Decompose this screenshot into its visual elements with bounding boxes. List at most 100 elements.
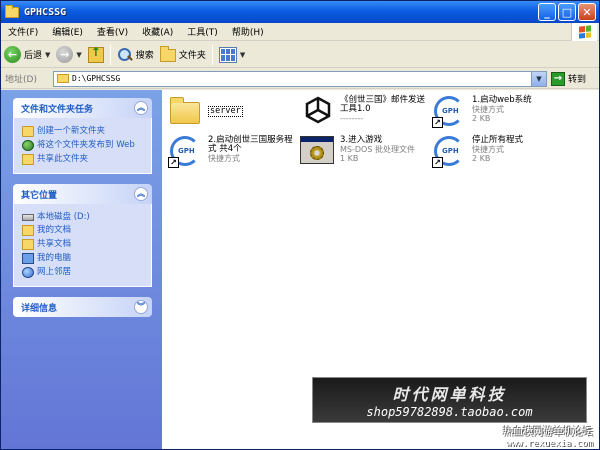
file-item[interactable]: server	[168, 96, 288, 130]
file-item[interactable]: 《创世三国》邮件发送工具1.0 --------	[300, 94, 430, 128]
task-share-folder[interactable]: 共享此文件夹	[22, 154, 147, 165]
publish-web-icon	[22, 140, 34, 151]
file-type: 快捷方式	[472, 105, 504, 114]
menu-view[interactable]: 查看(V)	[90, 25, 135, 38]
task-label: 共享此文件夹	[37, 154, 89, 164]
task-pane: 文件和文件夹任务 ︽ 创建一个新文件夹 将这个文件夹发布到 Web 共享此文件夹	[1, 90, 162, 449]
place-label: 我的文档	[37, 225, 72, 235]
watermark-forum: 热血模网游单机论坛	[503, 427, 593, 438]
file-item[interactable]: GPH ↗ 1.启动web系统 快捷方式 2 KB	[432, 94, 562, 128]
menu-bar: 文件(F) 编辑(E) 查看(V) 收藏(A) 工具(T) 帮助(H)	[1, 23, 599, 41]
details-title: 详细信息	[21, 303, 58, 314]
menu-edit[interactable]: 编辑(E)	[45, 25, 90, 38]
gph-shortcut-icon: GPH ↗	[432, 134, 468, 168]
my-computer-icon	[22, 253, 34, 264]
place-label: 本地磁盘 (D:)	[37, 212, 90, 222]
drive-icon	[22, 214, 34, 221]
maximize-button[interactable]: □	[558, 3, 576, 21]
place-local-disk[interactable]: 本地磁盘 (D:)	[22, 212, 147, 222]
task-new-folder[interactable]: 创建一个新文件夹	[22, 126, 147, 137]
go-button[interactable]: → 转到	[551, 71, 586, 86]
search-icon	[117, 47, 133, 63]
task-publish-web[interactable]: 将这个文件夹发布到 Web	[22, 140, 147, 151]
collapse-chevron-icon[interactable]: ︽	[134, 187, 148, 201]
watermark-title: 时代网单科技	[392, 385, 507, 404]
file-tasks-panel: 文件和文件夹任务 ︽ 创建一个新文件夹 将这个文件夹发布到 Web 共享此文件夹	[13, 98, 152, 174]
address-bar: 地址(D) D:\GPHCSSG ▼ → 转到	[1, 69, 599, 89]
collapse-chevron-icon[interactable]: ︽	[134, 101, 148, 115]
up-button[interactable]	[85, 44, 107, 66]
watermark-url: shop59782898.taobao.com	[366, 405, 533, 419]
folder-icon	[57, 74, 69, 83]
views-dropdown-icon[interactable]: ▼	[240, 51, 245, 59]
views-icon	[218, 46, 237, 63]
task-label: 创建一个新文件夹	[37, 126, 106, 136]
address-input[interactable]: D:\GPHCSSG ▼	[53, 70, 547, 87]
batch-file-icon	[300, 134, 336, 168]
my-documents-icon	[22, 225, 34, 236]
place-my-computer[interactable]: 我的电脑	[22, 253, 147, 264]
forward-button[interactable]: → ▼	[53, 44, 84, 66]
place-shared-documents[interactable]: 共享文档	[22, 239, 147, 250]
new-folder-icon	[22, 126, 34, 137]
folder-icon	[159, 46, 176, 62]
other-places-body: 本地磁盘 (D:) 我的文档 共享文档 我的电脑 网上邻居	[13, 204, 152, 287]
file-tasks-header[interactable]: 文件和文件夹任务 ︽	[13, 98, 152, 118]
share-folder-icon	[22, 154, 34, 165]
details-header[interactable]: 详细信息 ︾	[13, 297, 152, 317]
file-size: 2 KB	[472, 114, 491, 123]
place-label: 网上邻居	[37, 267, 72, 277]
other-places-header[interactable]: 其它位置 ︽	[13, 184, 152, 204]
toolbar-separator	[211, 44, 213, 65]
menu-file[interactable]: 文件(F)	[1, 25, 45, 38]
unity-icon	[300, 94, 336, 128]
file-name: 3.进入游戏	[340, 135, 383, 145]
toolbar-separator	[109, 44, 111, 65]
back-arrow-icon: ←	[4, 46, 21, 63]
folder-up-icon	[87, 45, 104, 63]
forward-dropdown-icon[interactable]: ▼	[76, 51, 81, 59]
menu-tools[interactable]: 工具(T)	[180, 25, 225, 38]
place-label: 共享文档	[37, 239, 72, 249]
menu-favorites[interactable]: 收藏(A)	[135, 25, 180, 38]
network-icon	[22, 267, 34, 278]
toolbar: ← 后退 ▼ → ▼ 搜索 文件夹 ▼	[1, 42, 599, 68]
file-tasks-body: 创建一个新文件夹 将这个文件夹发布到 Web 共享此文件夹	[13, 118, 152, 174]
file-view: server 《创世三国》邮件发送工具1.0 -------- GPH ↗ 1.…	[162, 90, 599, 449]
file-size: 1 KB	[340, 154, 359, 163]
file-type: MS-DOS 批处理文件	[340, 145, 415, 154]
file-type: 快捷方式	[208, 154, 240, 163]
minimize-button[interactable]: _	[538, 3, 556, 21]
menu-help[interactable]: 帮助(H)	[225, 25, 271, 38]
file-name: 《创世三国》邮件发送工具1.0	[340, 95, 426, 114]
address-dropdown-icon[interactable]: ▼	[531, 71, 546, 86]
file-name: 停止所有程式	[472, 135, 524, 145]
views-button[interactable]: ▼	[216, 44, 248, 66]
expand-chevron-icon[interactable]: ︾	[134, 300, 148, 314]
back-dropdown-icon[interactable]: ▼	[45, 51, 50, 59]
file-item[interactable]: GPH ↗ 停止所有程式 快捷方式 2 KB	[432, 134, 562, 168]
file-item[interactable]: 3.进入游戏 MS-DOS 批处理文件 1 KB	[300, 134, 430, 168]
search-label: 搜索	[135, 51, 154, 61]
file-item[interactable]: GPH ↗ 2.启动创世三国服务程式 共4个 快捷方式	[168, 134, 296, 168]
title-bar[interactable]: GPHCSSG _ □ ✕	[1, 1, 599, 23]
search-button[interactable]: 搜索	[114, 44, 157, 66]
file-name: 1.启动web系统	[472, 95, 532, 105]
folders-button[interactable]: 文件夹	[157, 44, 209, 66]
back-button[interactable]: ← 后退 ▼	[1, 44, 53, 66]
file-tasks-title: 文件和文件夹任务	[21, 104, 94, 115]
place-network[interactable]: 网上邻居	[22, 267, 147, 278]
close-button[interactable]: ✕	[578, 3, 596, 21]
file-name: 2.启动创世三国服务程式 共4个	[208, 135, 293, 154]
place-my-documents[interactable]: 我的文档	[22, 225, 147, 236]
folders-label: 文件夹	[178, 51, 206, 61]
window-controls: _ □ ✕	[538, 3, 596, 21]
folder-icon	[5, 4, 19, 18]
watermark-banner: 时代网单科技 shop59782898.taobao.com	[312, 377, 587, 423]
address-path: D:\GPHCSSG	[72, 74, 121, 83]
window-title: GPHCSSG	[24, 6, 67, 18]
explorer-window: GPHCSSG _ □ ✕ 文件(F) 编辑(E) 查看(V) 收藏(A) 工具…	[0, 0, 600, 450]
address-label: 地址(D)	[5, 75, 37, 85]
other-places-title: 其它位置	[21, 190, 58, 201]
watermark-site: www.rexuexia.com	[506, 439, 593, 449]
